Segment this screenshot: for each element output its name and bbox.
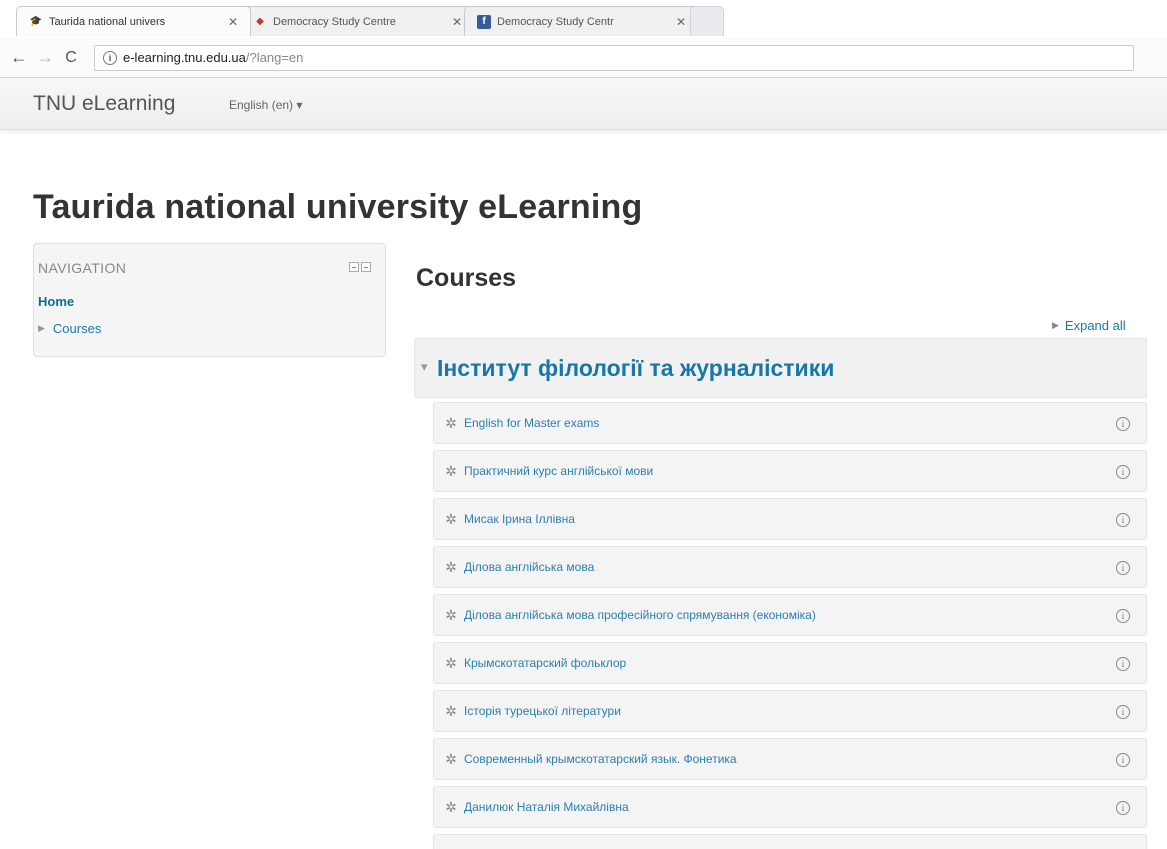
course-icon: ✲ bbox=[445, 414, 457, 431]
course-link[interactable]: Современный крымскотатарский язык. Фонет… bbox=[464, 752, 1146, 766]
course-summary-info-icon[interactable]: i bbox=[1116, 801, 1130, 815]
info-icon[interactable]: i bbox=[103, 50, 117, 65]
moodle-hat-icon: 🎓 bbox=[29, 16, 43, 27]
course-item[interactable]: ✲ English for Master exams i bbox=[433, 402, 1147, 444]
close-icon[interactable]: ✕ bbox=[226, 15, 240, 29]
course-link[interactable]: English for Master exams bbox=[464, 416, 1146, 430]
nav-home-link[interactable]: Home bbox=[38, 294, 74, 309]
browser-tab-3[interactable]: f Democracy Study Centr ✕ bbox=[464, 6, 699, 36]
browser-tab-1[interactable]: 🎓 Taurida national univers ✕ bbox=[16, 6, 251, 36]
tab-title: Democracy Study Centr bbox=[497, 15, 614, 28]
course-link[interactable]: Історія турецької літератури bbox=[464, 704, 1146, 718]
site-navbar: TNU eLearning English (en) ▾ bbox=[0, 78, 1167, 130]
course-link[interactable]: Крымскотатарский фольклор bbox=[464, 656, 1146, 670]
close-icon[interactable]: ✕ bbox=[450, 15, 464, 29]
expand-all-link[interactable]: ▶ Expand all bbox=[1052, 318, 1126, 333]
course-item[interactable]: ✲ Данилюк Наталія Михайлівна i bbox=[433, 786, 1147, 828]
course-summary-info-icon[interactable]: i bbox=[1116, 753, 1130, 767]
course-item[interactable]: ✲ Современный крымскотатарский язык. Фон… bbox=[433, 738, 1147, 780]
course-summary-info-icon[interactable]: i bbox=[1116, 609, 1130, 623]
course-icon: ✲ bbox=[445, 654, 457, 671]
course-link[interactable]: Мисак Ірина Іллівна bbox=[464, 512, 1146, 526]
course-icon: ✲ bbox=[445, 462, 457, 479]
expand-all-label: Expand all bbox=[1064, 318, 1126, 333]
course-item[interactable]: ✲ Крымскотатарский фольклор i bbox=[433, 642, 1147, 684]
course-summary-info-icon[interactable]: i bbox=[1116, 513, 1130, 527]
course-summary-info-icon[interactable]: i bbox=[1116, 705, 1130, 719]
course-link[interactable]: Ділова англійська мова професійного спря… bbox=[464, 608, 1146, 622]
url-host: e-learning.tnu.edu.ua bbox=[123, 50, 246, 65]
dock-block-icon[interactable] bbox=[349, 262, 359, 272]
nav-courses-item[interactable]: ▶ Courses bbox=[38, 321, 101, 336]
nav-courses-label: Courses bbox=[52, 321, 102, 336]
tab-title: Democracy Study Centre bbox=[273, 15, 396, 28]
course-icon: ✲ bbox=[445, 606, 457, 623]
course-summary-info-icon[interactable]: i bbox=[1116, 417, 1130, 431]
block-controls bbox=[349, 262, 371, 272]
site-brand-link[interactable]: TNU eLearning bbox=[33, 92, 175, 116]
course-summary-info-icon[interactable]: i bbox=[1116, 657, 1130, 671]
dsc-logo-icon: ◆ bbox=[256, 16, 264, 27]
course-link[interactable]: Данилюк Наталія Михайлівна bbox=[464, 800, 1146, 814]
collapse-block-icon[interactable] bbox=[361, 262, 371, 272]
course-category[interactable]: ▾ Інститут філології та журналістики bbox=[414, 338, 1147, 398]
reload-icon[interactable]: C bbox=[58, 49, 84, 67]
course-icon: ✲ bbox=[445, 510, 457, 527]
tab-title: Taurida national univers bbox=[49, 15, 166, 28]
category-name[interactable]: Інститут філології та журналістики bbox=[437, 355, 834, 382]
new-tab-button[interactable] bbox=[690, 6, 724, 36]
navigation-block-title: NAVIGATION bbox=[38, 260, 127, 276]
course-link[interactable]: Практичний курс англійської мови bbox=[464, 464, 1146, 478]
forward-arrow-icon[interactable]: → bbox=[32, 47, 58, 68]
browser-tab-2[interactable]: ◆ Democracy Study Centre ✕ bbox=[240, 6, 475, 36]
close-icon[interactable]: ✕ bbox=[674, 15, 688, 29]
url-path: /?lang=en bbox=[245, 50, 304, 65]
expand-triangle-icon: ▶ bbox=[1052, 320, 1059, 330]
course-link[interactable]: Ділова англійська мова bbox=[464, 560, 1146, 574]
course-item[interactable]: ✲ Ділова англійська мова i bbox=[433, 546, 1147, 588]
course-icon: ✲ bbox=[445, 558, 457, 575]
course-list: ✲ English for Master exams i ✲ Практични… bbox=[433, 402, 1147, 849]
address-bar[interactable]: i e-learning.tnu.edu.ua/?lang=en bbox=[94, 44, 1134, 71]
course-item[interactable]: ✲ Практичний курс англійської мови i bbox=[433, 450, 1147, 492]
course-summary-info-icon[interactable]: i bbox=[1116, 561, 1130, 575]
back-arrow-icon[interactable]: ← bbox=[6, 47, 32, 68]
language-menu[interactable]: English (en) ▾ bbox=[229, 98, 302, 112]
course-item[interactable]: ✲ Історія турецької літератури i bbox=[433, 690, 1147, 732]
courses-heading: Courses bbox=[416, 264, 517, 292]
course-item[interactable]: ✲ Мисак Ірина Іллівна i bbox=[433, 498, 1147, 540]
course-icon: ✲ bbox=[445, 702, 457, 719]
course-summary-info-icon[interactable]: i bbox=[1116, 465, 1130, 479]
navigation-block: NAVIGATION Home ▶ Courses bbox=[33, 243, 386, 357]
course-icon: ✲ bbox=[445, 750, 457, 767]
course-item[interactable] bbox=[433, 834, 1147, 849]
facebook-icon: f bbox=[477, 14, 491, 29]
page-title: Taurida national university eLearning bbox=[33, 188, 643, 226]
collapse-triangle-icon[interactable]: ▾ bbox=[421, 359, 428, 375]
expand-triangle-icon: ▶ bbox=[38, 323, 45, 333]
browser-toolbar: ← → C i e-learning.tnu.edu.ua/?lang=en bbox=[0, 38, 1167, 78]
course-item[interactable]: ✲ Ділова англійська мова професійного сп… bbox=[433, 594, 1147, 636]
course-icon: ✲ bbox=[445, 798, 457, 815]
browser-tabstrip: 🎓 Taurida national univers ✕ ◆ Democracy… bbox=[0, 0, 1167, 38]
